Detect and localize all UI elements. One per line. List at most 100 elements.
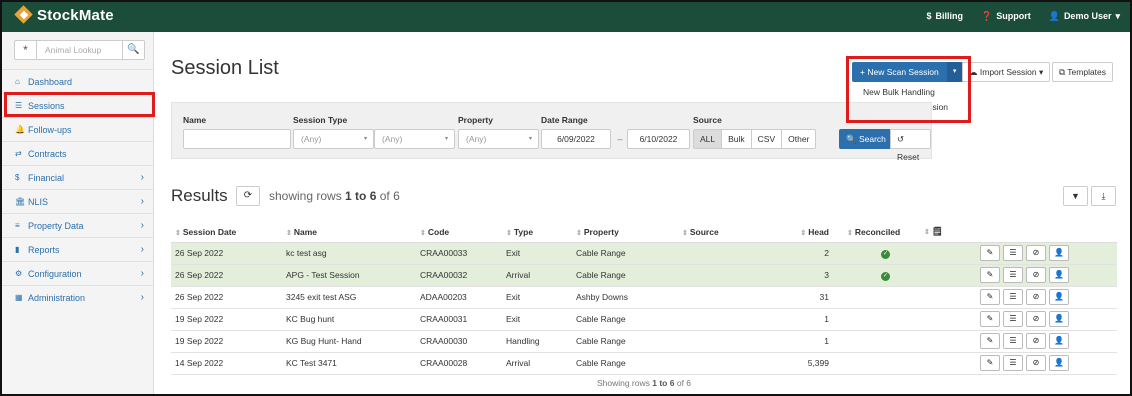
- paperclip-icon[interactable]: ⊘: [1026, 333, 1046, 349]
- col-name[interactable]: ⇕ Name: [282, 222, 416, 243]
- sliders-icon: ≡: [15, 221, 20, 230]
- table-row[interactable]: 19 Sep 2022 KG Bug Hunt- Hand CRAA00030 …: [171, 330, 1117, 353]
- cell-reconciled: [843, 330, 920, 353]
- cell-notes: [920, 330, 976, 353]
- col-code[interactable]: ⇕ Code: [416, 222, 502, 243]
- chevron-right-icon: ›: [140, 172, 144, 183]
- col-notes[interactable]: ⇕ 🗒: [920, 222, 976, 243]
- paperclip-icon[interactable]: ⊘: [1026, 311, 1046, 327]
- table-row[interactable]: 19 Sep 2022 KC Bug hunt CRAA00031 Exit C…: [171, 308, 1117, 331]
- name-input[interactable]: [183, 129, 291, 149]
- cell-type: Exit: [502, 308, 572, 331]
- edit-icon[interactable]: ✎: [980, 333, 1000, 349]
- download-button[interactable]: ⤓: [1091, 186, 1116, 206]
- paperclip-icon[interactable]: ⊘: [1026, 267, 1046, 283]
- edit-icon[interactable]: ✎: [980, 289, 1000, 305]
- sidebar-item-label: Dashboard: [28, 76, 73, 87]
- property-select[interactable]: (Any) ▾: [458, 129, 539, 149]
- edit-icon[interactable]: ✎: [980, 311, 1000, 327]
- brand-logo[interactable]: StockMate: [14, 5, 114, 25]
- source-csv-button[interactable]: CSV: [752, 130, 783, 148]
- sidebar-item-nlis[interactable]: 🏛 NLIS ›: [2, 189, 154, 213]
- edit-icon[interactable]: ✎: [980, 245, 1000, 261]
- paperclip-icon[interactable]: ⊘: [1026, 289, 1046, 305]
- table-row[interactable]: 26 Sep 2022 APG - Test Session CRAA00032…: [171, 264, 1117, 287]
- session-type-select[interactable]: (Any) ▾: [293, 129, 374, 149]
- table-header-row: ⇕ Session Date ⇕ Name ⇕ Code ⇕ Type ⇕ Propert…: [171, 222, 1117, 243]
- col-source[interactable]: ⇕ Source: [678, 222, 766, 243]
- user-icon[interactable]: 👤: [1049, 245, 1069, 261]
- table-row[interactable]: 26 Sep 2022 kc test asg CRAA00033 Exit C…: [171, 242, 1117, 265]
- sidebar-item-contracts[interactable]: ⇄ Contracts: [2, 141, 154, 165]
- sliders-icon[interactable]: ☰: [1003, 333, 1023, 349]
- sidebar-item-follow-ups[interactable]: 🔔 Follow-ups: [2, 117, 154, 141]
- paperclip-icon[interactable]: ⊘: [1026, 245, 1046, 261]
- user-icon[interactable]: 👤: [1049, 311, 1069, 327]
- refresh-button[interactable]: ⟳: [236, 186, 260, 206]
- cell-source: [678, 308, 766, 331]
- col-head[interactable]: ⇕ Head: [766, 222, 843, 243]
- support-link[interactable]: ❓ Support: [981, 11, 1031, 22]
- col-session-date[interactable]: ⇕ Session Date: [171, 222, 282, 243]
- caret-down-icon: ▾: [528, 136, 532, 142]
- user-icon[interactable]: 👤: [1049, 333, 1069, 349]
- col-label: Head: [808, 226, 829, 237]
- source-other-button[interactable]: Other: [782, 130, 815, 148]
- animal-lookup-input[interactable]: Animal Lookup: [37, 41, 122, 59]
- table-row[interactable]: 26 Sep 2022 3245 exit test ASG ADAA00203…: [171, 286, 1117, 309]
- col-label: Name: [293, 226, 318, 237]
- note-icon: 🗒: [931, 226, 943, 237]
- table-row[interactable]: 14 Sep 2022 KC Test 3471 CRAA00028 Arriv…: [171, 352, 1117, 375]
- edit-icon[interactable]: ✎: [980, 267, 1000, 283]
- refresh-icon: ⟳: [243, 190, 253, 201]
- check-circle-icon: ✓: [881, 250, 890, 259]
- cell-type: Exit: [502, 286, 572, 309]
- asterisk-icon[interactable]: *: [15, 41, 37, 59]
- date-to-input[interactable]: 6/10/2022: [627, 129, 690, 149]
- date-from-input[interactable]: 6/09/2022: [541, 129, 611, 149]
- billing-link[interactable]: $ Billing: [926, 11, 963, 21]
- user-label: Demo User: [1063, 11, 1112, 21]
- filter-panel: Name Session Type Property Date Range So…: [171, 102, 932, 162]
- search-label: Search: [858, 134, 886, 144]
- cell-type: Exit: [502, 242, 572, 265]
- sidebar-item-financial[interactable]: $ Financial ›: [2, 165, 154, 189]
- reset-button[interactable]: ↺ Reset: [890, 129, 931, 162]
- cell-property: Cable Range: [572, 242, 678, 265]
- download-icon: ⤓: [1101, 191, 1106, 201]
- bar-chart-icon: ▮: [15, 245, 20, 254]
- paperclip-icon[interactable]: ⊘: [1026, 355, 1046, 371]
- sliders-icon[interactable]: ☰: [1003, 289, 1023, 305]
- user-icon[interactable]: 👤: [1049, 289, 1069, 305]
- source-all-button[interactable]: ALL: [694, 130, 723, 148]
- session-subtype-select[interactable]: (Any) ▾: [374, 129, 455, 149]
- search-icon[interactable]: 🔍: [122, 41, 144, 59]
- sliders-icon[interactable]: ☰: [1003, 267, 1023, 283]
- sidebar-item-administration[interactable]: ▦ Administration ›: [2, 285, 154, 309]
- sidebar-item-configuration[interactable]: ⚙ Configuration ›: [2, 261, 154, 285]
- col-reconciled[interactable]: ⇕ Reconciled: [843, 222, 920, 243]
- edit-icon[interactable]: ✎: [980, 355, 1000, 371]
- import-session-button[interactable]: ☁ Import Session ▾: [962, 62, 1051, 82]
- sort-icon: ⇕: [800, 229, 807, 237]
- sidebar-item-reports[interactable]: ▮ Reports ›: [2, 237, 154, 261]
- user-icon[interactable]: 👤: [1049, 267, 1069, 283]
- filter-button[interactable]: ▼: [1063, 186, 1088, 206]
- user-icon[interactable]: 👤: [1049, 355, 1069, 371]
- showing-rows-text: showing rows 1 to 6 of 6: [269, 189, 400, 203]
- sidebar-item-dashboard[interactable]: ⌂ Dashboard: [2, 69, 154, 93]
- sidebar-item-property-data[interactable]: ≡ Property Data ›: [2, 213, 154, 237]
- chevron-right-icon: ›: [140, 244, 144, 255]
- user-menu[interactable]: 👤 Demo User ▾: [1049, 11, 1120, 22]
- search-button[interactable]: 🔍 Search: [839, 129, 893, 149]
- sliders-icon[interactable]: ☰: [1003, 355, 1023, 371]
- col-type[interactable]: ⇕ Type: [502, 222, 572, 243]
- cell-name: APG - Test Session: [282, 264, 416, 287]
- templates-button[interactable]: ⧉ Templates: [1052, 62, 1114, 82]
- col-property[interactable]: ⇕ Property: [572, 222, 678, 243]
- source-bulk-button[interactable]: Bulk: [722, 130, 752, 148]
- sliders-icon[interactable]: ☰: [1003, 245, 1023, 261]
- cell-head: 31: [766, 286, 843, 309]
- sliders-icon[interactable]: ☰: [1003, 311, 1023, 327]
- cell-actions: ✎ ☰ ⊘ 👤: [976, 308, 1117, 331]
